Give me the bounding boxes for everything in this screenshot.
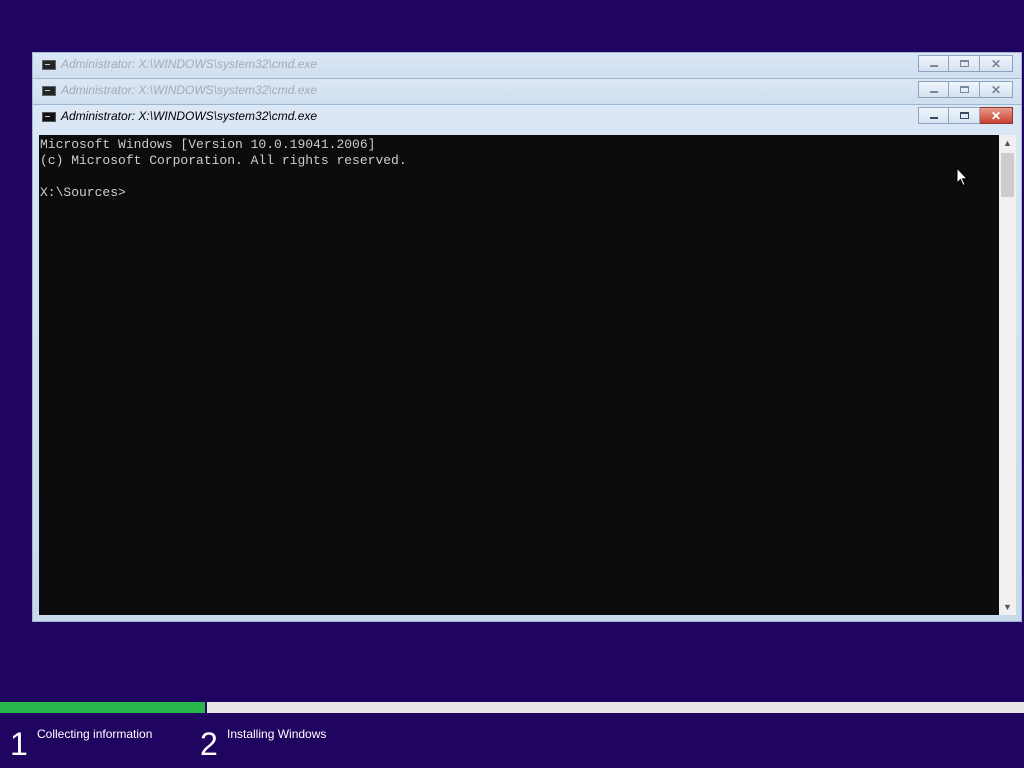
title-bar[interactable]: Administrator: X:\WINDOWS\system32\cmd.e… [33, 79, 1021, 105]
cmd-icon [42, 112, 56, 122]
maximize-button[interactable] [949, 81, 980, 98]
window-title: Administrator: X:\WINDOWS\system32\cmd.e… [61, 57, 318, 71]
minimize-button[interactable] [918, 81, 949, 98]
setup-desktop: Administrator: X:\WINDOWS\system32\cmd.e… [0, 0, 1024, 768]
window-title: Administrator: X:\WINDOWS\system32\cmd.e… [61, 109, 318, 123]
close-button[interactable]: ✕ [980, 55, 1013, 72]
title-bar[interactable]: Administrator: X:\WINDOWS\system32\cmd.e… [33, 53, 1021, 79]
close-icon: ✕ [990, 56, 1002, 71]
step-number: 1 [10, 726, 28, 762]
step-label: Collecting information [37, 727, 153, 741]
scroll-down-icon[interactable]: ▼ [999, 599, 1016, 615]
maximize-icon [959, 60, 969, 67]
maximize-icon [959, 86, 969, 93]
step-label: Installing Windows [227, 727, 327, 741]
console-output[interactable]: Microsoft Windows [Version 10.0.19041.20… [39, 135, 999, 615]
cmd-icon [42, 86, 56, 96]
maximize-icon [959, 112, 969, 119]
mouse-pointer-icon [956, 167, 968, 187]
window-title: Administrator: X:\WINDOWS\system32\cmd.e… [61, 83, 318, 97]
window-controls: ✕ [918, 55, 1013, 73]
progress-fill [0, 702, 207, 713]
setup-progress-bar [0, 702, 1024, 713]
title-bar[interactable]: Administrator: X:\WINDOWS\system32\cmd.e… [33, 105, 1021, 131]
maximize-button[interactable] [949, 107, 980, 124]
close-icon: ✕ [990, 82, 1002, 97]
minimize-icon [929, 65, 938, 67]
cmd-icon [42, 60, 56, 70]
window-controls: ✕ [918, 107, 1013, 125]
minimize-button[interactable] [918, 107, 949, 124]
scroll-up-icon[interactable]: ▲ [999, 135, 1016, 151]
maximize-button[interactable] [949, 55, 980, 72]
window-controls: ✕ [918, 81, 1013, 99]
close-icon: ✕ [990, 108, 1002, 123]
minimize-icon [929, 91, 938, 93]
close-button[interactable]: ✕ [980, 81, 1013, 98]
minimize-icon [929, 117, 938, 119]
vertical-scrollbar[interactable]: ▲ ▼ [999, 135, 1016, 615]
scrollbar-thumb[interactable] [1001, 153, 1014, 197]
cmd-window-active[interactable]: Administrator: X:\WINDOWS\system32\cmd.e… [32, 104, 1022, 622]
minimize-button[interactable] [918, 55, 949, 72]
step-number: 2 [200, 726, 218, 762]
close-button[interactable]: ✕ [980, 107, 1013, 124]
console-text: Microsoft Windows [Version 10.0.19041.20… [40, 137, 407, 200]
